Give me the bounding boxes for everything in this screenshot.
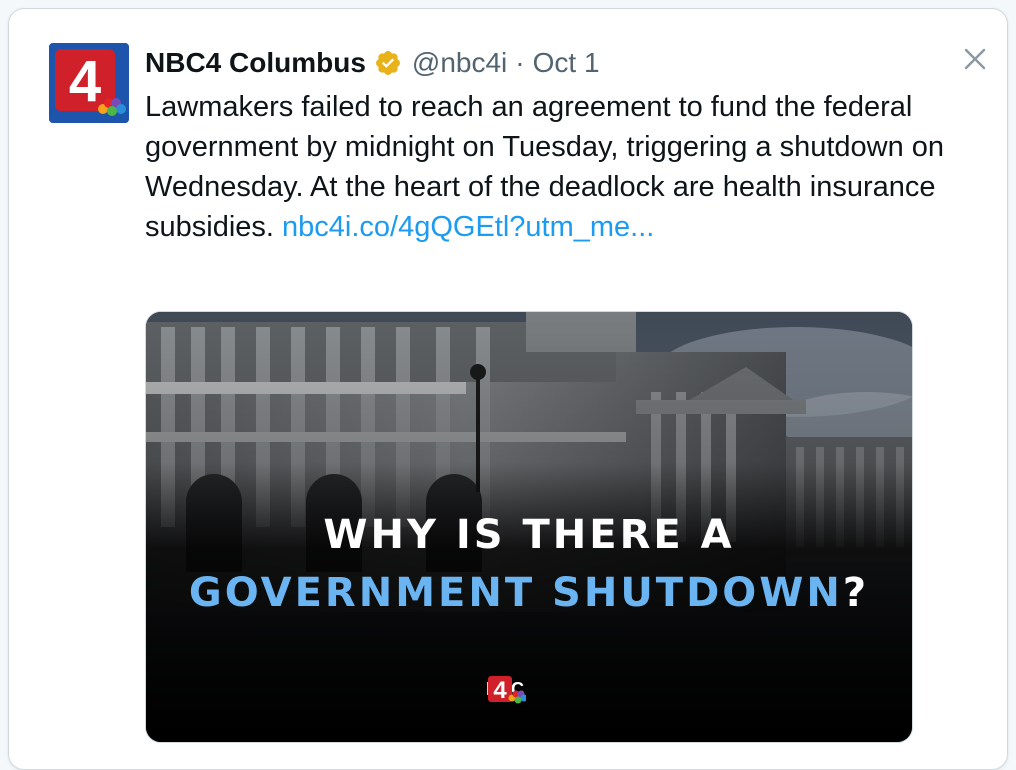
tweet-header: NBC4 Columbus @nbc4i · Oct 1 — [145, 43, 600, 83]
media-logo-number: 4 — [493, 677, 507, 704]
author-name[interactable]: NBC4 Columbus — [145, 47, 366, 79]
nbc4-logo-avatar: 4 — [49, 43, 129, 123]
avatar[interactable]: 4 — [49, 43, 129, 123]
media-headline-line1: WHY IS THERE A — [323, 512, 735, 558]
avatar-number: 4 — [69, 49, 101, 114]
nbc4-media-logo: NBC 4 — [486, 672, 526, 706]
media-logo-mark: 4 — [488, 676, 526, 704]
close-icon[interactable] — [959, 43, 991, 75]
separator-dot: · — [515, 47, 525, 78]
tweet-card[interactable]: 4 NBC4 Columbus @nbc4i · Oct 1 Lawmakers… — [8, 8, 1008, 770]
media-headline-question-mark: ? — [842, 570, 870, 616]
tweet-text: Lawmakers failed to reach an agreement t… — [145, 87, 945, 247]
tweet-link[interactable]: nbc4i.co/4gQGEtl?utm_me... — [282, 211, 654, 243]
tweet-media-image[interactable]: WHY IS THERE A GOVERNMENT SHUTDOWN? NBC … — [145, 311, 913, 743]
verified-badge-icon — [374, 49, 402, 77]
media-headline-line2: GOVERNMENT SHUTDOWN? — [146, 570, 912, 616]
tweet-date[interactable]: Oct 1 — [533, 47, 600, 79]
author-handle[interactable]: @nbc4i — [412, 47, 507, 79]
media-headline-accent: GOVERNMENT SHUTDOWN — [188, 570, 843, 616]
